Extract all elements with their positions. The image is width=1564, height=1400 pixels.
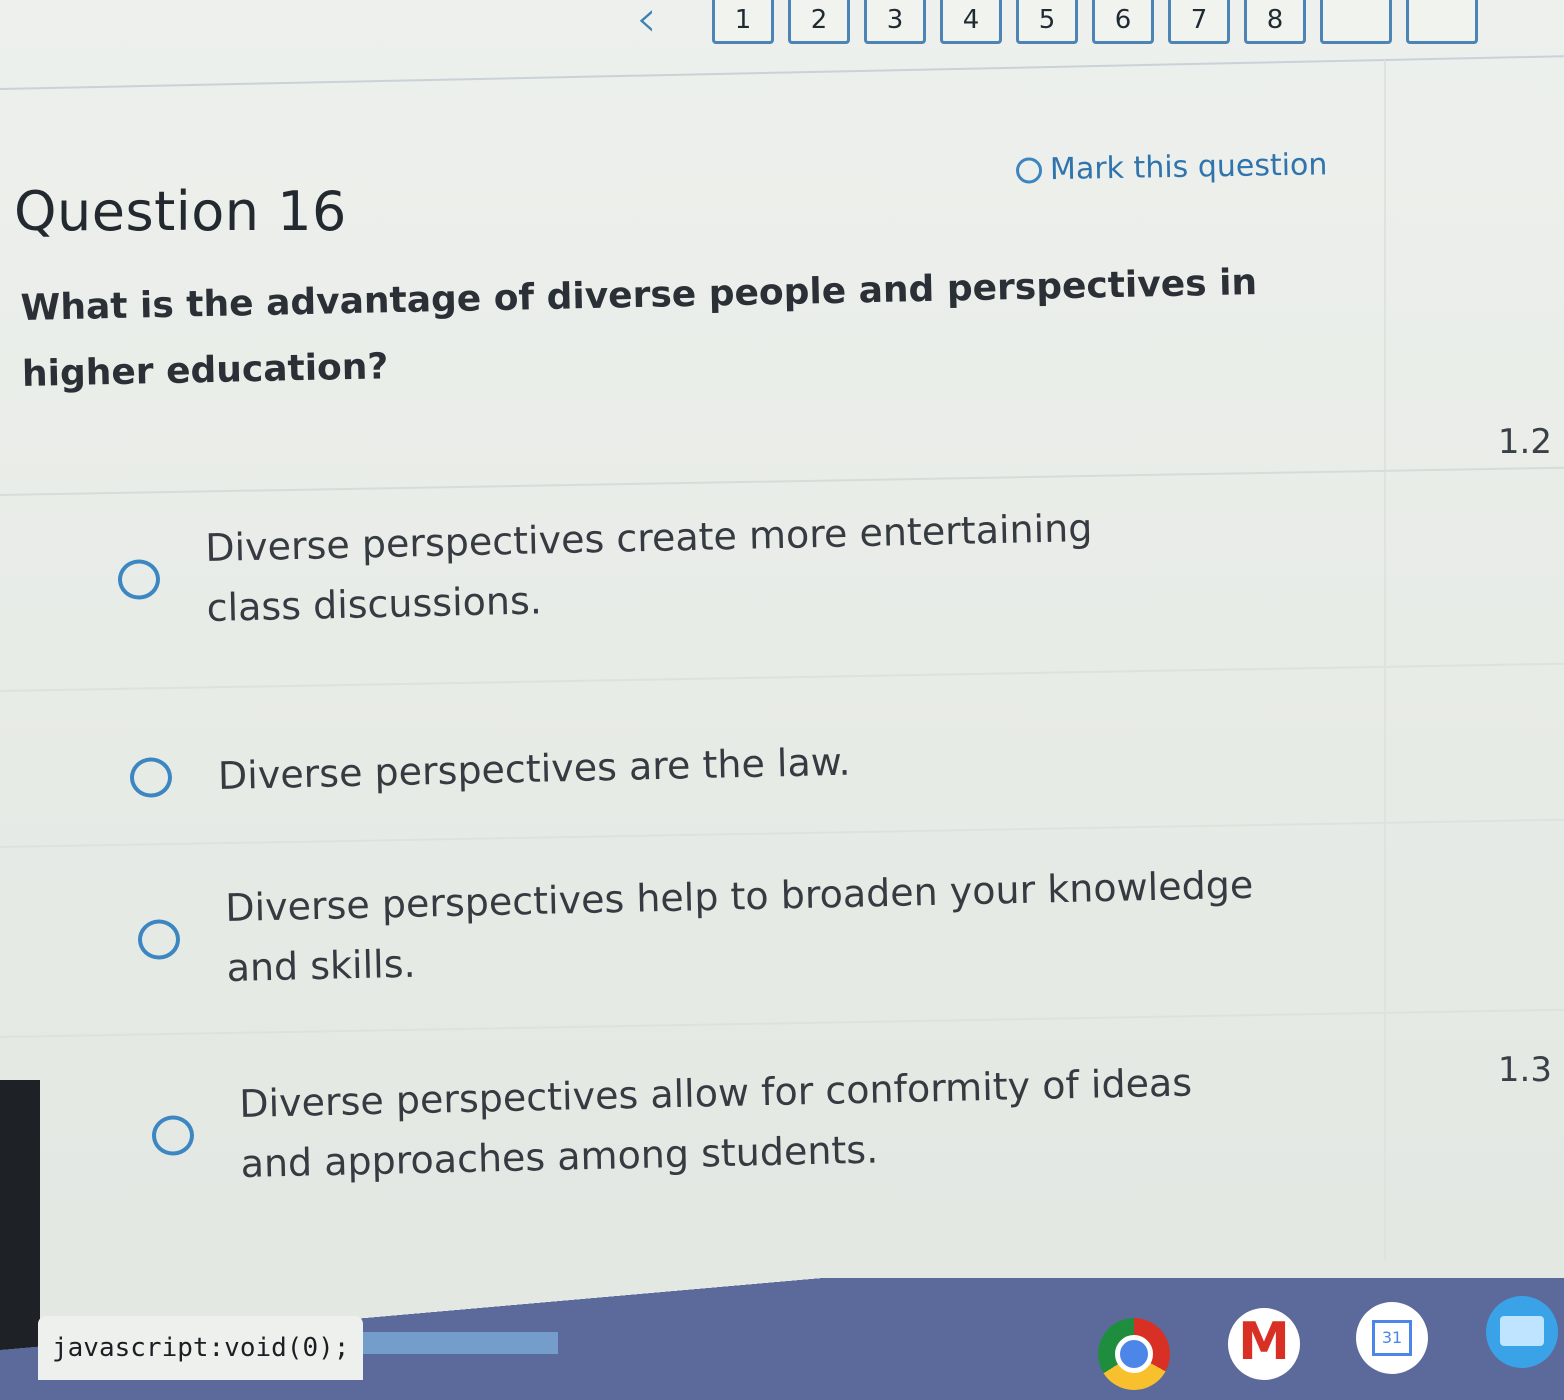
question-title: Question 16 (14, 180, 347, 243)
side-number-2: 1.3 (1497, 1050, 1552, 1090)
page-button-4[interactable]: 4 (940, 0, 1002, 44)
page-button-10[interactable] (1406, 0, 1478, 44)
answer-option-label: Diverse perspectives help to broaden you… (224, 862, 1254, 990)
gmail-icon[interactable] (1228, 1308, 1300, 1380)
answer-option-label: Diverse perspectives create more enterta… (204, 505, 1093, 630)
page-button-6[interactable]: 6 (1092, 0, 1154, 44)
radio-button-icon[interactable] (117, 559, 161, 600)
mark-question-label: Mark this question (1049, 147, 1328, 188)
answer-option-1[interactable]: Diverse perspectives create more enterta… (117, 495, 1219, 640)
side-number-1: 1.2 (1497, 422, 1552, 462)
page-button-5[interactable]: 5 (1016, 0, 1078, 44)
answer-option-2[interactable]: Diverse perspectives are the law. (129, 723, 1230, 808)
question-divider (0, 466, 1564, 496)
radio-button-icon[interactable] (129, 757, 173, 798)
option-divider (0, 818, 1564, 848)
answer-option-4[interactable]: Diverse perspectives allow for conformit… (151, 1052, 1233, 1196)
question-pagination: ‹ 1 2 3 4 5 6 7 8 (0, 0, 1564, 80)
chevron-left-icon[interactable]: ‹ (636, 0, 686, 45)
files-icon[interactable] (1486, 1296, 1558, 1368)
panel-edge (1384, 60, 1386, 1260)
circle-outline-icon (1015, 156, 1043, 184)
answer-option-label: Diverse perspectives are the law. (217, 739, 851, 798)
page-button-8[interactable]: 8 (1244, 0, 1306, 44)
question-text: What is the advantage of diverse people … (20, 262, 1258, 395)
answer-option-label: Diverse perspectives allow for conformit… (238, 1060, 1193, 1186)
radio-button-icon[interactable] (137, 919, 181, 960)
page-button-9[interactable] (1320, 0, 1392, 44)
option-divider (0, 662, 1564, 692)
screen: ‹ 1 2 3 4 5 6 7 8 Question 16 Mark this … (0, 0, 1564, 1400)
calendar-icon[interactable] (1356, 1302, 1428, 1374)
page-list: 1 2 3 4 5 6 7 8 (712, 0, 1478, 44)
answer-option-3[interactable]: Diverse perspectives help to broaden you… (137, 854, 1299, 1000)
page-button-1[interactable]: 1 (712, 0, 774, 44)
status-url: javascript:void(0); (38, 1316, 364, 1380)
page-button-2[interactable]: 2 (788, 0, 850, 44)
option-divider (0, 1008, 1564, 1038)
radio-button-icon[interactable] (151, 1115, 195, 1156)
mark-question-toggle[interactable]: Mark this question (1015, 147, 1328, 188)
chrome-icon[interactable] (1098, 1318, 1170, 1390)
page-button-3[interactable]: 3 (864, 0, 926, 44)
page-button-7[interactable]: 7 (1168, 0, 1230, 44)
